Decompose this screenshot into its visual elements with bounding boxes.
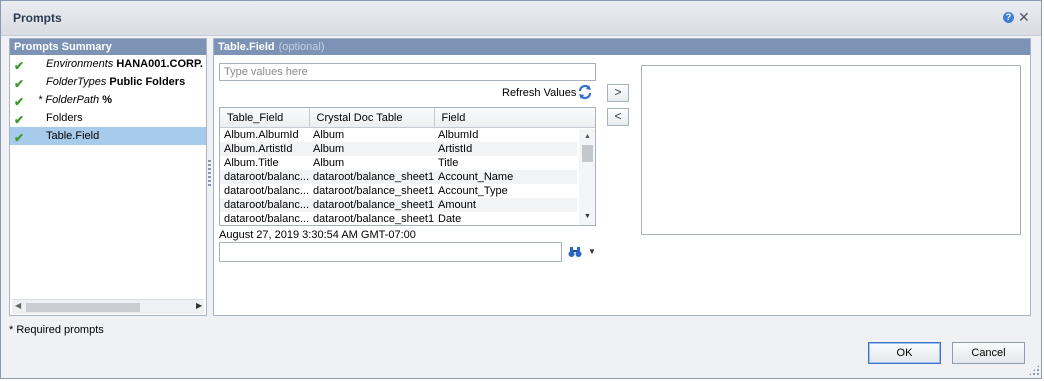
table-cell: Account_Type [438, 185, 508, 197]
table-cell: AlbumId [438, 129, 479, 141]
summary-item-key: Environments [46, 58, 114, 70]
table-cell: Album.AlbumId [224, 129, 299, 141]
prompts-summary-panel: Prompts Summary ✔ Environments HANA001.C… [9, 38, 207, 316]
refresh-icon[interactable] [577, 84, 593, 100]
table-cell: dataroot/balanc... [224, 185, 309, 197]
summary-item-folders[interactable]: ✔ Folders [10, 109, 206, 127]
panel-splitter[interactable] [208, 160, 211, 186]
scroll-right-icon[interactable]: ▶ [196, 301, 202, 310]
summary-item-folderpath[interactable]: ✔ * FolderPath % [10, 91, 206, 109]
scrollbar-thumb[interactable] [26, 303, 140, 312]
table-cell: dataroot/balanc... [224, 213, 309, 225]
required-prompts-note: * Required prompts [9, 324, 104, 336]
summary-item-environments[interactable]: ✔ Environments HANA001.CORP. [10, 55, 206, 73]
optional-label: (optional) [278, 41, 325, 53]
table-cell: Account_Name [434, 170, 577, 184]
value-input[interactable] [219, 63, 596, 81]
refresh-values-link[interactable]: Refresh Values [502, 87, 576, 99]
table-row[interactable]: Album.ArtistId Album ArtistId [220, 142, 577, 156]
check-icon: ✔ [14, 113, 25, 127]
table-cell: Album [309, 142, 434, 156]
selected-values-list[interactable] [641, 65, 1021, 235]
summary-item-value: % [102, 94, 112, 106]
table-cell: Album [313, 157, 345, 169]
column-header-crystal-doc-table[interactable]: Crystal Doc Table [309, 108, 435, 128]
scroll-left-icon[interactable]: ◀ [15, 301, 21, 310]
grid-vertical-scrollbar[interactable]: ▲ ▼ [579, 129, 595, 225]
table-row[interactable]: dataroot/balanc... dataroot/balance_shee… [220, 212, 577, 225]
scroll-up-icon[interactable]: ▲ [584, 133, 591, 140]
scrollbar-thumb[interactable] [582, 145, 593, 162]
check-icon: ✔ [14, 77, 25, 91]
summary-item-foldertypes[interactable]: ✔ FolderTypes Public Folders [10, 73, 206, 91]
table-cell: dataroot/balance_sheet1 [313, 213, 434, 225]
last-refresh-timestamp: August 27, 2019 3:30:54 AM GMT-07:00 [219, 229, 416, 241]
table-cell: Date [438, 213, 462, 225]
table-cell: dataroot/balance_sheet1 [313, 185, 434, 197]
summary-item-label: Folders [46, 112, 83, 124]
chevron-down-icon[interactable]: ▼ [588, 247, 596, 256]
table-row[interactable]: dataroot/balanc... dataroot/balance_shee… [220, 170, 577, 184]
values-grid[interactable]: Table_Field Crystal Doc Table Field Albu… [219, 107, 596, 226]
prompts-summary-header: Prompts Summary [10, 39, 206, 55]
table-cell: dataroot/balanc... [220, 170, 309, 184]
table-cell: Album [313, 129, 345, 141]
table-cell: Album.ArtistId [220, 142, 309, 156]
table-cell: dataroot/balanc... [220, 198, 309, 212]
summary-horizontal-scrollbar[interactable]: ◀ ▶ [12, 299, 204, 314]
title-bar: Prompts ? ✕ [1, 1, 1041, 36]
cancel-button[interactable]: Cancel [952, 342, 1025, 364]
table-cell: ArtistId [434, 142, 577, 156]
ok-button[interactable]: OK [868, 342, 941, 364]
table-header-filler [577, 108, 595, 128]
scroll-down-icon[interactable]: ▼ [584, 213, 591, 220]
table-cell: dataroot/balance_sheet1 [309, 198, 434, 212]
column-header-field[interactable]: Field [434, 108, 578, 128]
check-icon: ✔ [14, 59, 25, 73]
dialog-title: Prompts [13, 11, 62, 25]
summary-item-key: FolderTypes [46, 76, 107, 88]
values-table: Table_Field Crystal Doc Table Field Albu… [220, 108, 578, 225]
table-row[interactable]: Album.AlbumId Album AlbumId [220, 128, 577, 143]
remove-value-button[interactable]: < [607, 108, 629, 126]
table-header-row: Table_Field Crystal Doc Table Field [220, 108, 578, 128]
table-row[interactable]: dataroot/balanc... dataroot/balance_shee… [220, 198, 577, 212]
prompt-name: Table.Field [218, 41, 275, 53]
search-input[interactable] [219, 242, 562, 262]
table-cell: Album.Title [224, 157, 279, 169]
table-cell: dataroot/balance_sheet1 [309, 170, 434, 184]
binoculars-icon[interactable] [568, 246, 582, 258]
table-row[interactable]: dataroot/balanc... dataroot/balance_shee… [220, 184, 577, 198]
check-icon: ✔ [14, 95, 25, 109]
close-icon[interactable]: ✕ [1018, 9, 1030, 25]
add-value-button[interactable]: > [607, 84, 629, 102]
prompt-detail-header: Table.Field (optional) [214, 39, 1030, 55]
summary-item-key: FolderPath [45, 94, 100, 106]
table-cell: Title [438, 157, 459, 169]
check-icon: ✔ [14, 131, 25, 145]
help-icon[interactable]: ? [1003, 12, 1014, 23]
summary-item-value: HANA001.CORP. [116, 58, 203, 70]
summary-item-table-field[interactable]: ✔ Table.Field [10, 127, 206, 145]
table-row[interactable]: Album.Title Album Title [220, 156, 577, 170]
summary-item-label: Table.Field [46, 130, 100, 142]
column-header-table-field[interactable]: Table_Field [220, 108, 310, 128]
table-cell: Amount [434, 198, 577, 212]
summary-item-value: Public Folders [109, 76, 186, 88]
